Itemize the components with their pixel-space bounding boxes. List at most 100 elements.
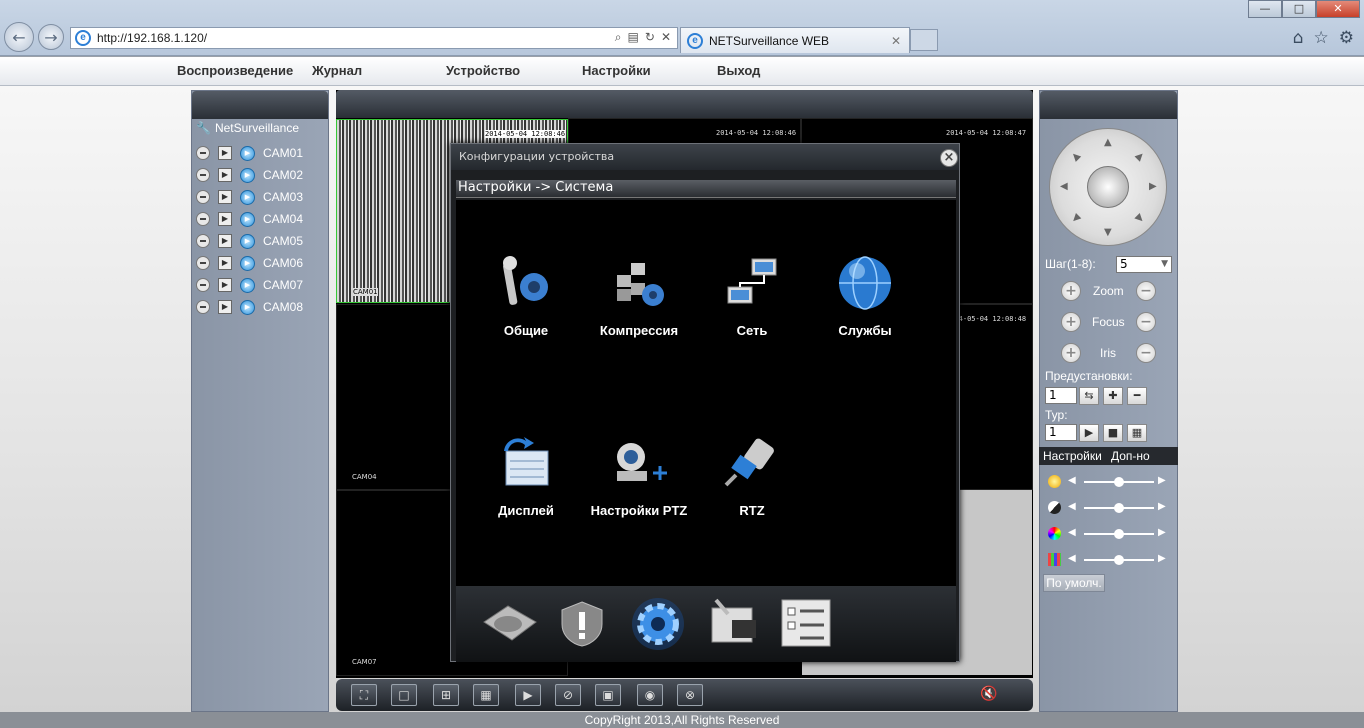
layout-1-icon[interactable]: □ xyxy=(391,684,417,706)
camera-item[interactable]: ▶ ▶ CAM07 xyxy=(196,276,303,294)
contrast-slider[interactable]: ◀ ▶ xyxy=(1048,501,1172,515)
close-tab-icon[interactable]: ✕ xyxy=(891,34,901,48)
brightness-slider[interactable]: ◀ ▶ xyxy=(1048,475,1172,489)
menu-settings[interactable]: Настройки xyxy=(582,63,651,78)
settings-gear-icon[interactable]: ⚙ xyxy=(1339,28,1354,48)
ptz-center-button[interactable] xyxy=(1087,166,1129,208)
tour-grid-button[interactable]: ▦ xyxy=(1127,424,1147,442)
search-icon[interactable]: ⌕ xyxy=(615,30,622,45)
minimize-button[interactable]: — xyxy=(1248,0,1282,18)
arrow-left-icon[interactable]: ◀ xyxy=(1068,527,1076,538)
camera-item[interactable]: ▶ ▶ CAM03 xyxy=(196,188,303,206)
stream-icon[interactable]: ▶ xyxy=(240,277,255,293)
play-icon[interactable]: ▶ xyxy=(218,212,232,226)
record-icon[interactable] xyxy=(196,212,210,226)
preset-goto-button[interactable]: ⇆ xyxy=(1079,387,1099,405)
arrow-right-icon[interactable]: ▶ xyxy=(1158,475,1166,486)
refresh-icon[interactable]: ↻ xyxy=(645,30,655,45)
saturation-slider[interactable]: ◀ ▶ xyxy=(1048,527,1172,541)
close-window-button[interactable]: ✕ xyxy=(1316,0,1360,18)
arrow-right-icon[interactable]: ▶ xyxy=(1158,527,1166,538)
stream-icon[interactable]: ▶ xyxy=(240,233,255,249)
arrow-down-icon[interactable]: ▼ xyxy=(1104,227,1112,238)
record-icon[interactable] xyxy=(196,300,210,314)
tour-play-button[interactable]: ▶ xyxy=(1079,424,1099,442)
play-icon[interactable]: ▶ xyxy=(218,256,232,270)
stream-icon[interactable]: ▶ xyxy=(240,145,255,161)
layout-4-icon[interactable]: ⊞ xyxy=(433,684,459,706)
camera-item[interactable]: ▶ ▶ CAM04 xyxy=(196,210,303,228)
default-button[interactable]: По умолч. xyxy=(1043,574,1105,592)
stop-icon[interactable]: ✕ xyxy=(661,30,671,45)
play-icon[interactable]: ▶ xyxy=(218,300,232,314)
preset-remove-button[interactable]: ━ xyxy=(1127,387,1147,405)
tile-rtz[interactable]: RTZ xyxy=(697,433,807,518)
tree-root[interactable]: 🔧 NetSurveillance xyxy=(196,121,299,135)
arrow-down-left-icon[interactable]: ▼ xyxy=(1069,212,1082,225)
arrow-up-icon[interactable]: ▲ xyxy=(1104,137,1112,148)
play-icon[interactable]: ▶ xyxy=(218,278,232,292)
preset-input[interactable]: 1 xyxy=(1045,387,1077,404)
fullscreen-icon[interactable]: ⛶ xyxy=(351,684,377,706)
focus-minus-button[interactable]: − xyxy=(1136,312,1156,332)
play-icon[interactable]: ▶ xyxy=(218,190,232,204)
step-select[interactable]: 5 ▼ xyxy=(1116,256,1172,273)
slider-knob[interactable] xyxy=(1114,477,1124,487)
arrow-right-icon[interactable]: ▶ xyxy=(1158,553,1166,564)
info-list-icon[interactable] xyxy=(780,598,832,652)
camera-item[interactable]: ▶ ▶ CAM01 xyxy=(196,144,303,162)
record-icon[interactable] xyxy=(196,256,210,270)
focus-plus-button[interactable]: + xyxy=(1061,312,1081,332)
tile-network[interactable]: Сеть xyxy=(697,253,807,338)
tile-compression[interactable]: Компрессия xyxy=(584,253,694,338)
menu-log[interactable]: Журнал xyxy=(312,63,362,78)
arrow-left-icon[interactable]: ◀ xyxy=(1068,475,1076,486)
new-tab-button[interactable] xyxy=(910,29,938,51)
browser-tab[interactable]: e NETSurveillance WEB ✕ xyxy=(680,27,910,53)
camera-item[interactable]: ▶ ▶ CAM06 xyxy=(196,254,303,272)
tile-display[interactable]: Дисплей xyxy=(471,433,581,518)
open-all-icon[interactable]: ▶ xyxy=(515,684,541,706)
compat-icon[interactable]: ▤ xyxy=(628,30,639,45)
iris-minus-button[interactable]: − xyxy=(1136,343,1156,363)
record-stop-icon[interactable]: ⊗ xyxy=(677,684,703,706)
record-icon[interactable] xyxy=(196,278,210,292)
preset-add-button[interactable]: ✚ xyxy=(1103,387,1123,405)
slider-knob[interactable] xyxy=(1114,555,1124,565)
stream-icon[interactable]: ▶ xyxy=(240,211,255,227)
advanced-tools-icon[interactable] xyxy=(706,596,762,652)
close-icon[interactable]: × xyxy=(940,149,958,167)
play-icon[interactable]: ▶ xyxy=(218,168,232,182)
forward-icon[interactable]: → xyxy=(38,24,64,50)
hue-slider[interactable]: ◀ ▶ xyxy=(1048,553,1172,567)
stream-icon[interactable]: ▶ xyxy=(240,255,255,271)
address-bar[interactable]: e http://192.168.1.120/ ⌕ ▤ ↻ ✕ xyxy=(70,27,678,49)
arrow-down-right-icon[interactable]: ▼ xyxy=(1133,212,1146,225)
camera-item[interactable]: ▶ ▶ CAM02 xyxy=(196,166,303,184)
play-icon[interactable]: ▶ xyxy=(218,146,232,160)
arrow-left-icon[interactable]: ◀ xyxy=(1068,553,1076,564)
arrow-up-right-icon[interactable]: ▲ xyxy=(1133,150,1146,163)
slider-knob[interactable] xyxy=(1114,503,1124,513)
close-all-icon[interactable]: ⊘ xyxy=(555,684,581,706)
record-icon[interactable] xyxy=(196,234,210,248)
arrow-left-icon[interactable]: ◀ xyxy=(1068,501,1076,512)
record-icon[interactable] xyxy=(196,190,210,204)
menu-device[interactable]: Устройство xyxy=(446,63,520,78)
record-icon[interactable] xyxy=(196,168,210,182)
stream-icon[interactable]: ▶ xyxy=(240,189,255,205)
maximize-button[interactable]: □ xyxy=(1282,0,1316,18)
arrow-right-icon[interactable]: ▶ xyxy=(1149,181,1157,192)
menu-exit[interactable]: Выход xyxy=(717,63,760,78)
mute-icon[interactable]: 🔇 xyxy=(980,686,997,702)
slider-knob[interactable] xyxy=(1114,529,1124,539)
snapshot-icon[interactable]: ▣ xyxy=(595,684,621,706)
record-start-icon[interactable]: ◉ xyxy=(637,684,663,706)
zoom-out-button[interactable]: − xyxy=(1136,281,1156,301)
alarm-shield-icon[interactable] xyxy=(558,600,606,652)
home-icon[interactable]: ⌂ xyxy=(1293,28,1304,48)
favorites-icon[interactable]: ☆ xyxy=(1314,28,1329,48)
layout-9-icon[interactable]: ▦ xyxy=(473,684,499,706)
arrow-right-icon[interactable]: ▶ xyxy=(1158,501,1166,512)
back-icon[interactable]: ← xyxy=(4,22,34,52)
